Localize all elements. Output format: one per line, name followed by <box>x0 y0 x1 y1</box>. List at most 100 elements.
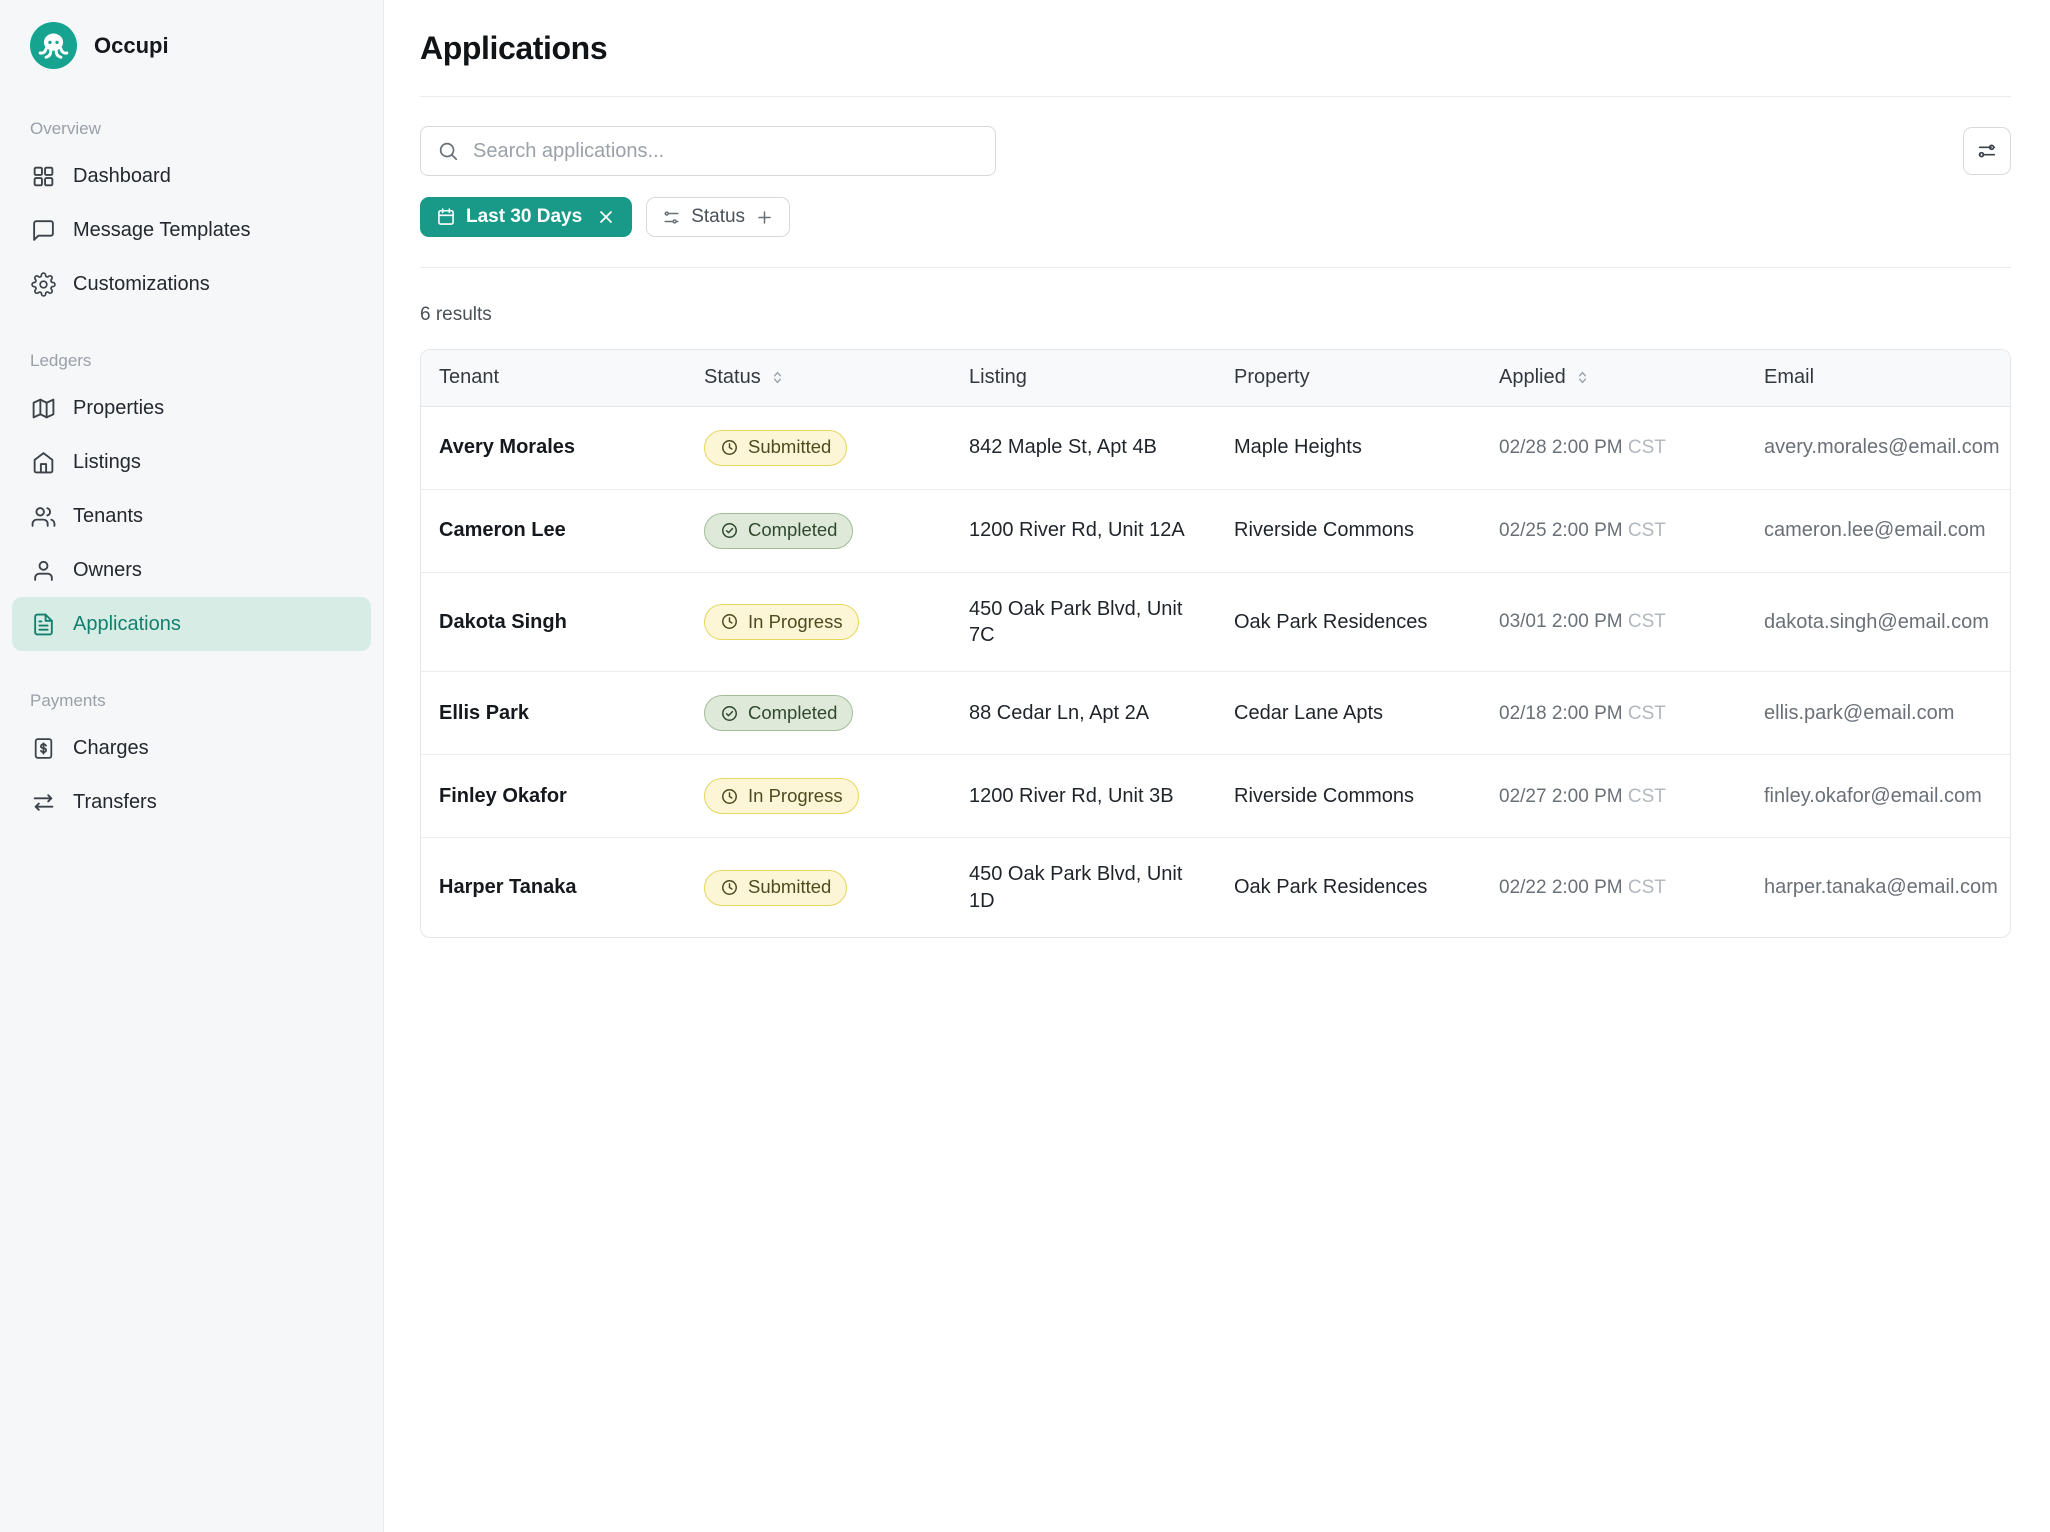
listing-address: 88 Cedar Ln, Apt 2A <box>951 672 1216 755</box>
clock-icon <box>720 438 739 457</box>
listing-address: 1200 River Rd, Unit 3B <box>951 755 1216 838</box>
status-badge: Submitted <box>704 430 847 466</box>
sidebar-item-charges[interactable]: Charges <box>12 721 371 775</box>
divider <box>420 96 2011 97</box>
gear-icon <box>31 272 56 297</box>
timezone-label: CST <box>1628 786 1666 807</box>
filter-chips: Last 30 Days Status <box>420 197 2011 237</box>
timezone-label: CST <box>1628 520 1666 541</box>
property-name: Oak Park Residences <box>1216 838 1481 937</box>
sidebar-section-payments: Payments <box>0 691 383 711</box>
sidebar-item-owners[interactable]: Owners <box>12 543 371 597</box>
sidebar-item-message-templates[interactable]: Message Templates <box>12 203 371 257</box>
sidebar-item-label: Message Templates <box>73 219 251 242</box>
main-content: Applications Last 30 Days Status <box>384 0 2050 1532</box>
app-name: Occupi <box>94 33 169 59</box>
user-icon <box>31 558 56 583</box>
status-badge: In Progress <box>704 604 859 640</box>
sort-icon <box>769 369 786 386</box>
tenant-email: finley.okafor@email.com <box>1746 755 2010 838</box>
filter-settings-button[interactable] <box>1963 127 2011 175</box>
timezone-label: CST <box>1628 437 1666 458</box>
property-name: Oak Park Residences <box>1216 572 1481 672</box>
sidebar-item-dashboard[interactable]: Dashboard <box>12 149 371 203</box>
document-icon <box>31 612 56 637</box>
sidebar-section-ledgers: Ledgers <box>0 351 383 371</box>
sidebar-item-listings[interactable]: Listings <box>12 435 371 489</box>
table-row[interactable]: Finley OkaforIn Progress1200 River Rd, U… <box>421 755 2010 838</box>
status-cell: Completed <box>686 672 951 755</box>
tenant-email: avery.morales@email.com <box>1746 406 2010 489</box>
table-row[interactable]: Avery MoralesSubmitted842 Maple St, Apt … <box>421 406 2010 489</box>
timezone-label: CST <box>1628 703 1666 724</box>
sidebar-item-label: Tenants <box>73 505 143 528</box>
date-filter-chip[interactable]: Last 30 Days <box>420 197 632 237</box>
page-title: Applications <box>420 30 2011 67</box>
results-count: 6 results <box>420 304 2011 326</box>
grid-icon <box>31 164 56 189</box>
status-cell: Submitted <box>686 406 951 489</box>
applied-date: 02/25 2:00 PM CST <box>1481 489 1746 572</box>
sidebar-item-tenants[interactable]: Tenants <box>12 489 371 543</box>
table-header: Tenant Status Listing Property Applied E… <box>421 350 2010 406</box>
listing-address: 1200 River Rd, Unit 12A <box>951 489 1216 572</box>
sidebar-item-label: Owners <box>73 559 142 582</box>
search-input[interactable] <box>420 126 996 176</box>
applications-table: Tenant Status Listing Property Applied E… <box>420 349 2011 938</box>
calendar-icon <box>436 207 456 227</box>
listing-address: 450 Oak Park Blvd, Unit 1D <box>951 838 1216 937</box>
table-row[interactable]: Dakota SinghIn Progress450 Oak Park Blvd… <box>421 572 2010 672</box>
chat-icon <box>31 218 56 243</box>
property-name: Maple Heights <box>1216 406 1481 489</box>
column-header-applied[interactable]: Applied <box>1481 350 1746 406</box>
date-filter-label: Last 30 Days <box>466 206 582 228</box>
status-label: Submitted <box>748 875 831 899</box>
applications-table-body: Avery MoralesSubmitted842 Maple St, Apt … <box>421 406 2010 937</box>
status-cell: In Progress <box>686 755 951 838</box>
status-cell: In Progress <box>686 572 951 672</box>
property-name: Riverside Commons <box>1216 489 1481 572</box>
table-row[interactable]: Harper Tanaka Submitted 450 Oak Park Blvd,… <box>421 838 2010 937</box>
timezone-label: CST <box>1628 611 1666 632</box>
sidebar-item-properties[interactable]: Properties <box>12 381 371 435</box>
sort-icon <box>1574 369 1591 386</box>
close-icon <box>596 207 616 227</box>
sidebar-item-label: Transfers <box>73 791 157 814</box>
clock-icon <box>720 878 739 897</box>
column-header-email: Email <box>1746 350 2010 406</box>
sidebar-item-label: Customizations <box>73 273 210 296</box>
clock-icon <box>720 612 739 631</box>
remove-date-filter-icon[interactable] <box>596 207 616 227</box>
applied-date: 02/27 2:00 PM CST <box>1481 755 1746 838</box>
column-header-status[interactable]: Status <box>686 350 951 406</box>
app-logo[interactable]: Occupi <box>0 22 383 79</box>
status-cell: Submitted <box>686 838 951 937</box>
filter-lines-icon <box>662 208 681 227</box>
table-row[interactable]: Cameron Lee Completed 1200 River Rd, Unit … <box>421 489 2010 572</box>
sliders-icon <box>1976 140 1998 162</box>
sidebar: Occupi Overview Dashboard Message Templa… <box>0 0 384 1532</box>
table-row[interactable]: Ellis ParkCompleted88 Cedar Ln, Apt 2ACe… <box>421 672 2010 755</box>
tenant-email: harper.tanaka@email.com <box>1746 838 2010 937</box>
tenant-name: Cameron Lee <box>421 489 686 572</box>
status-label: In Progress <box>748 784 843 808</box>
status-label: Completed <box>748 518 837 542</box>
check-circle-icon <box>720 521 739 540</box>
sidebar-item-label: Applications <box>73 613 181 636</box>
sidebar-item-transfers[interactable]: Transfers <box>12 775 371 829</box>
check-circle-icon <box>720 704 739 723</box>
tenant-name: Harper Tanaka <box>421 838 686 937</box>
status-filter-chip[interactable]: Status <box>646 197 790 237</box>
status-label: In Progress <box>748 610 843 634</box>
status-cell: Completed <box>686 489 951 572</box>
column-header-property: Property <box>1216 350 1481 406</box>
tenant-email: ellis.park@email.com <box>1746 672 2010 755</box>
transfer-arrows-icon <box>31 790 56 815</box>
sidebar-item-customizations[interactable]: Customizations <box>12 257 371 311</box>
status-label: Completed <box>748 701 837 725</box>
plus-icon <box>755 208 774 227</box>
sidebar-item-label: Dashboard <box>73 165 171 188</box>
applied-date: 02/28 2:00 PM CST <box>1481 406 1746 489</box>
sidebar-item-applications[interactable]: Applications <box>12 597 371 651</box>
search-box <box>420 126 996 176</box>
